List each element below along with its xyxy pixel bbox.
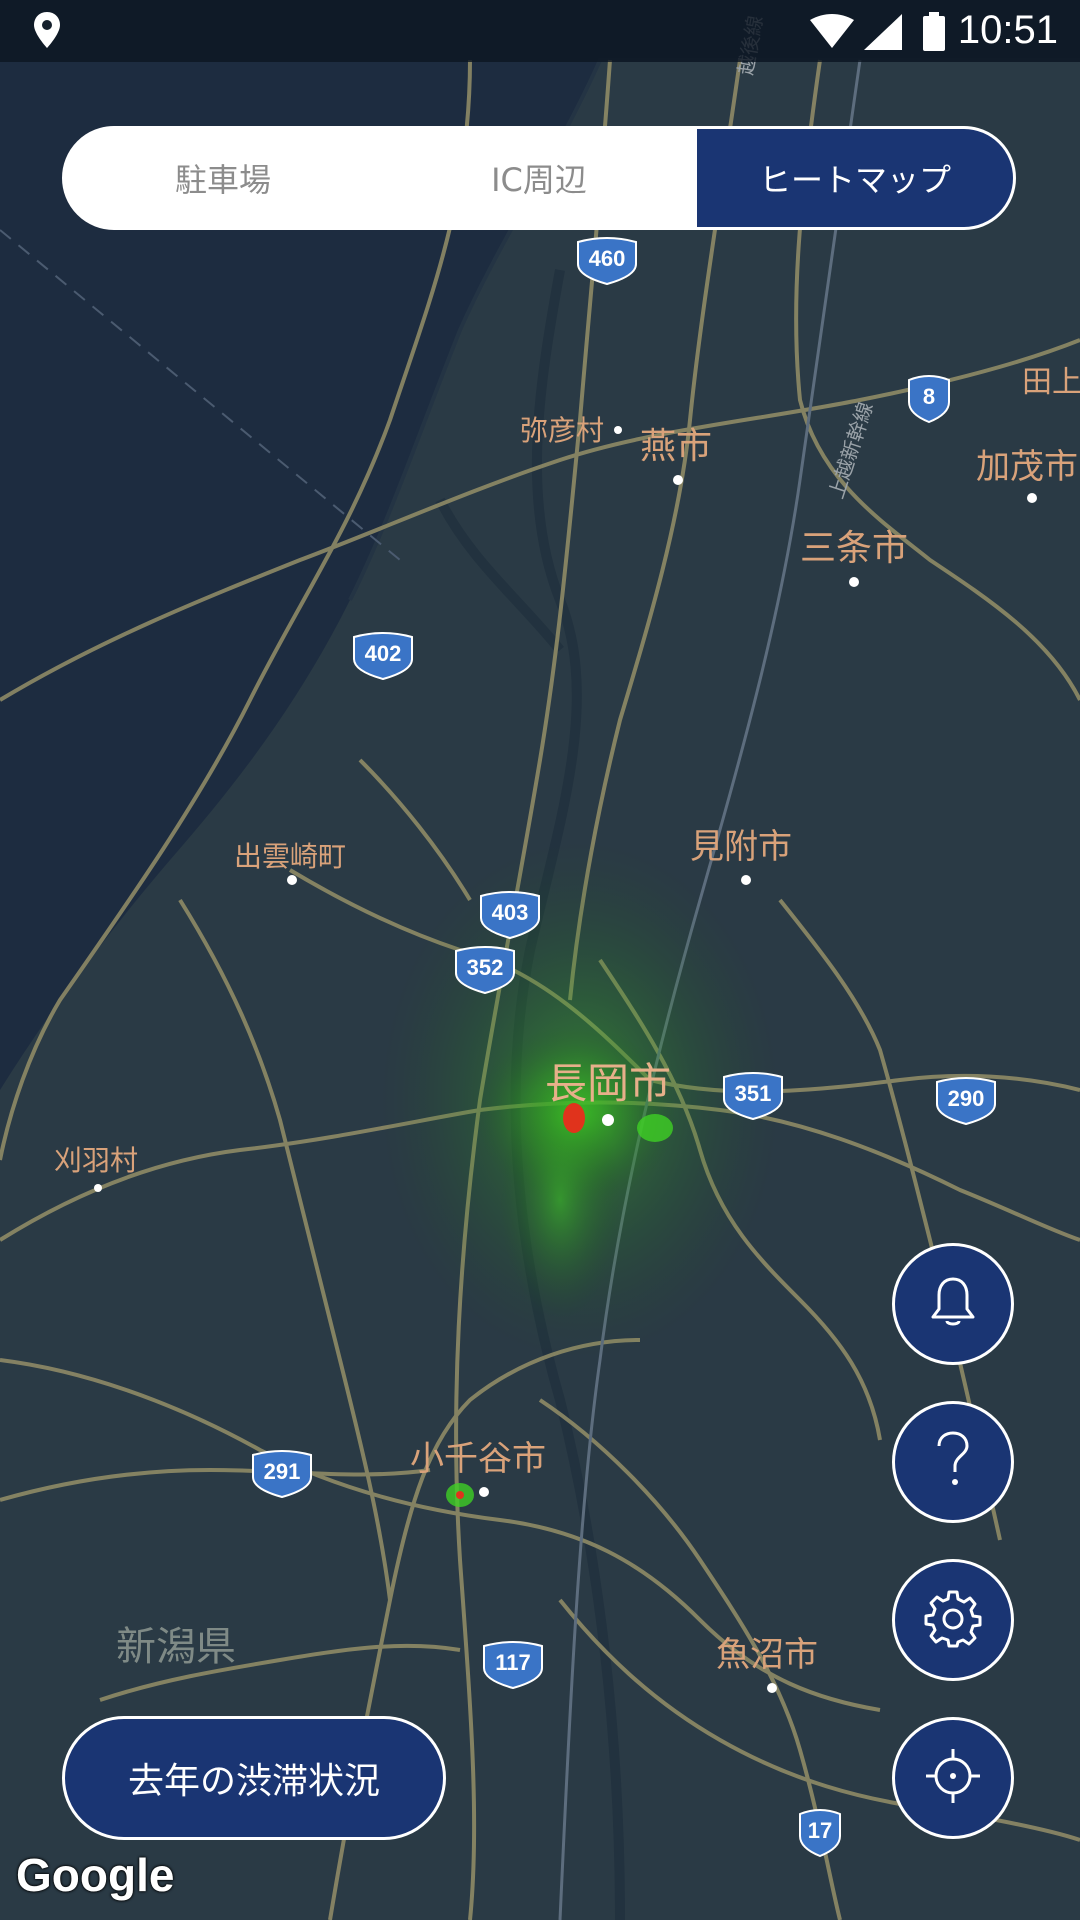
- city-label-yahiko: 弥彦村: [520, 414, 604, 447]
- prefecture-label: 新潟県: [116, 1624, 236, 1670]
- location-pin-icon: [32, 10, 62, 54]
- route-shield-8: 8: [908, 375, 950, 424]
- city-label-sanjo: 三条市: [800, 528, 908, 569]
- tab-parking[interactable]: 駐車場: [65, 129, 381, 227]
- svg-text:117: 117: [495, 1650, 531, 1675]
- battery-icon: [922, 12, 946, 56]
- signal-icon: [864, 14, 904, 54]
- city-label-tsubame: 燕市: [640, 426, 712, 467]
- question-icon: [933, 1430, 973, 1494]
- route-shield-17: 17: [799, 1809, 841, 1858]
- svg-text:460: 460: [589, 246, 626, 271]
- svg-text:352: 352: [467, 955, 504, 980]
- svg-text:351: 351: [735, 1081, 772, 1106]
- status-bar: 10:51: [0, 0, 1080, 62]
- google-logo: Google: [16, 1849, 175, 1901]
- notification-button[interactable]: [892, 1243, 1014, 1365]
- svg-text:290: 290: [948, 1086, 985, 1111]
- city-label-uonuma: 魚沼市: [716, 1635, 818, 1675]
- svg-text:402: 402: [365, 641, 402, 666]
- help-button[interactable]: [892, 1401, 1014, 1523]
- tab-ic-area[interactable]: IC周辺: [381, 129, 697, 227]
- city-label-tagami: 田上: [1022, 365, 1080, 400]
- clock: 10:51: [957, 8, 1058, 52]
- svg-text:291: 291: [264, 1459, 301, 1484]
- svg-text:8: 8: [923, 384, 935, 409]
- tab-heatmap[interactable]: ヒートマップ: [697, 129, 1013, 227]
- city-label-nagaoka: 長岡市: [545, 1059, 671, 1108]
- city-label-mitsuke: 見附市: [690, 827, 792, 867]
- svg-text:17: 17: [808, 1818, 832, 1843]
- svg-text:403: 403: [492, 900, 529, 925]
- gear-icon: [923, 1588, 983, 1652]
- traffic-history-button[interactable]: 去年の渋滞状況: [62, 1716, 446, 1840]
- bell-icon: [928, 1275, 978, 1333]
- current-location-button[interactable]: [892, 1717, 1014, 1839]
- city-label-izumozaki: 出雲崎町: [234, 840, 346, 873]
- crosshair-icon: [923, 1746, 983, 1810]
- city-label-kariwa: 刈羽村: [54, 1144, 138, 1177]
- city-label-ojiya: 小千谷市: [410, 1439, 546, 1479]
- mode-tabs: 駐車場 IC周辺 ヒートマップ: [62, 126, 1016, 230]
- city-label-kamo: 加茂市: [976, 447, 1078, 487]
- wifi-icon: [808, 14, 856, 54]
- settings-button[interactable]: [892, 1559, 1014, 1681]
